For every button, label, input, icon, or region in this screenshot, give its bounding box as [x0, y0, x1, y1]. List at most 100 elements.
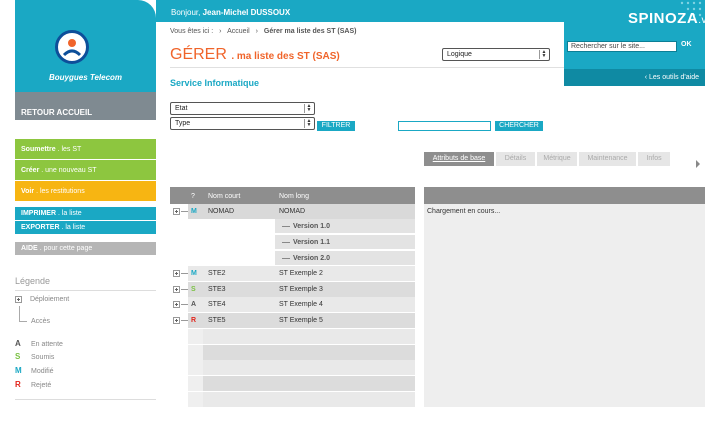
version-label: Version 2.0: [293, 255, 330, 262]
nom-long-cell: ST Exemple 2: [279, 270, 323, 277]
app-name: SPINOZA: [628, 10, 699, 27]
row-gutter: [170, 392, 188, 407]
row-gutter: [170, 345, 188, 360]
empty-row: [170, 329, 415, 344]
search-field[interactable]: [398, 121, 491, 131]
status-column-cell: [188, 329, 203, 344]
legend-deploiement: Déploiement: [15, 296, 69, 303]
type-select-value: Type: [175, 120, 191, 127]
user-name: Jean-Michel DUSSOUX: [202, 8, 291, 17]
row-gutter: [170, 329, 188, 344]
expand-icon[interactable]: [173, 208, 180, 215]
version-row[interactable]: Version 2.0: [275, 251, 415, 266]
column-status[interactable]: ?: [191, 193, 195, 200]
table-row[interactable]: M STE2 ST Exemple 2: [170, 266, 415, 281]
legend-item-modifie: M Modifié: [15, 366, 54, 375]
tree-line-icon: [19, 306, 20, 322]
etat-select-value: Etat: [175, 105, 188, 112]
top-bar: Bonjour, Jean-Michel DUSSOUX: [156, 0, 564, 22]
type-select[interactable]: Type ▲ ▼: [170, 117, 315, 130]
status-column-cell: [188, 360, 203, 375]
breadcrumb: Vous êtes ici : › Accueil › Gérer ma lis…: [170, 28, 356, 35]
legend-deploiement-label: Déploiement: [29, 296, 70, 304]
expand-icon[interactable]: [173, 301, 180, 308]
version-row[interactable]: Version 1.0: [275, 219, 415, 234]
version-label: Version 1.0: [293, 223, 330, 230]
voir-button[interactable]: Voir . les restitutions: [15, 181, 156, 201]
legend-symbol: R: [15, 380, 21, 389]
page-title: GÉRER . ma liste des ST (SAS): [170, 46, 340, 64]
tab-details[interactable]: Détails: [496, 152, 535, 166]
greeting: Bonjour,: [171, 8, 201, 17]
tab-maintenance[interactable]: Maintenance: [579, 152, 636, 166]
nom-long-cell: ST Exemple 4: [279, 301, 323, 308]
legend-item-rejete: R Rejeté: [15, 380, 51, 389]
creer-suffix: . une nouveau ST: [41, 167, 97, 174]
site-search-input[interactable]: Rechercher sur le site...: [567, 41, 677, 52]
tab-metrique[interactable]: Métrique: [537, 152, 577, 166]
help-tools-label: Les outils d'aide: [649, 74, 699, 81]
tree-branch-icon: [181, 211, 188, 212]
etat-select[interactable]: Etat ▲ ▼: [170, 102, 315, 115]
help-tools-link[interactable]: ‹ Les outils d'aide: [564, 69, 705, 86]
tree-branch-icon: [282, 242, 290, 243]
aide-label: AIDE: [21, 245, 38, 252]
expand-icon[interactable]: [173, 270, 180, 277]
table-row[interactable]: M NOMAD NOMAD: [170, 204, 415, 219]
legend-label: Soumis: [31, 354, 55, 361]
app-version: v1: [701, 15, 714, 26]
tab-attributs[interactable]: Attributs de base: [424, 152, 494, 166]
tab-infos[interactable]: Infos: [638, 152, 670, 166]
table-header: ? Nom court Nom long: [170, 187, 415, 204]
legend-label: En attente: [31, 341, 63, 348]
legend-title: Légende: [15, 276, 51, 286]
status-letter: A: [191, 301, 197, 308]
legend-label: Rejeté: [31, 382, 52, 389]
version-row[interactable]: Version 1.1: [275, 235, 415, 250]
legend-item-soumis: S Soumis: [15, 352, 54, 361]
table-row[interactable]: R STE5 ST Exemple 5: [170, 313, 415, 328]
table-row[interactable]: S STE3 ST Exemple 3: [170, 282, 415, 297]
legend-label: Modifié: [31, 368, 54, 375]
legend-symbol: A: [15, 339, 21, 348]
tabs-next-arrow-icon[interactable]: [696, 160, 700, 168]
expand-icon: [15, 296, 22, 303]
nom-long-cell: ST Exemple 5: [279, 317, 323, 324]
aide-button[interactable]: AIDE . pour cette page: [15, 242, 156, 255]
table-row[interactable]: A STE4 ST Exemple 4: [170, 297, 415, 312]
column-nom-long[interactable]: Nom long: [279, 193, 309, 200]
status-letter: S: [191, 286, 196, 293]
voir-suffix: . les restitutions: [36, 188, 85, 195]
breadcrumb-current: Gérer ma liste des ST (SAS): [263, 28, 357, 35]
exporter-suffix: . la liste: [61, 224, 86, 231]
empty-row: [170, 345, 415, 360]
expand-icon[interactable]: [173, 317, 180, 324]
exporter-button[interactable]: EXPORTER . la liste: [15, 221, 156, 234]
expand-icon[interactable]: [173, 286, 180, 293]
legend-symbol: S: [15, 352, 21, 361]
nom-court-cell: STE5: [208, 317, 226, 324]
legend-item-attente: A En attente: [15, 339, 63, 348]
view-select[interactable]: Logique ▲ ▼: [442, 48, 550, 61]
nom-court-cell: STE4: [208, 301, 226, 308]
exporter-label: EXPORTER: [21, 224, 60, 231]
bouygues-logo-icon: [55, 30, 89, 64]
soumettre-button[interactable]: Soumettre . les ST: [15, 139, 156, 159]
breadcrumb-accueil[interactable]: Accueil: [227, 28, 250, 35]
nom-long-cell: ST Exemple 3: [279, 286, 323, 293]
version-label: Version 1.1: [293, 239, 330, 246]
empty-row: [170, 360, 415, 375]
creer-button[interactable]: Créer . une nouveau ST: [15, 160, 156, 180]
legend-acces: Accès: [31, 318, 51, 325]
search-ok-button[interactable]: OK: [681, 41, 692, 48]
brand-name: Bouygues Telecom: [48, 73, 123, 82]
imprimer-button[interactable]: IMPRIMER . la liste: [15, 207, 156, 220]
column-nom-court[interactable]: Nom court: [208, 193, 240, 200]
filtrer-button[interactable]: FILTRER: [317, 121, 355, 131]
status-letter: M: [191, 208, 197, 215]
row-gutter: [170, 376, 188, 391]
chercher-button[interactable]: CHERCHER: [495, 121, 543, 131]
page-title-suffix: . ma liste des ST (SAS): [231, 51, 340, 62]
retour-accueil-button[interactable]: RETOUR ACCUEIL: [15, 92, 156, 120]
detail-panel: [424, 204, 705, 407]
